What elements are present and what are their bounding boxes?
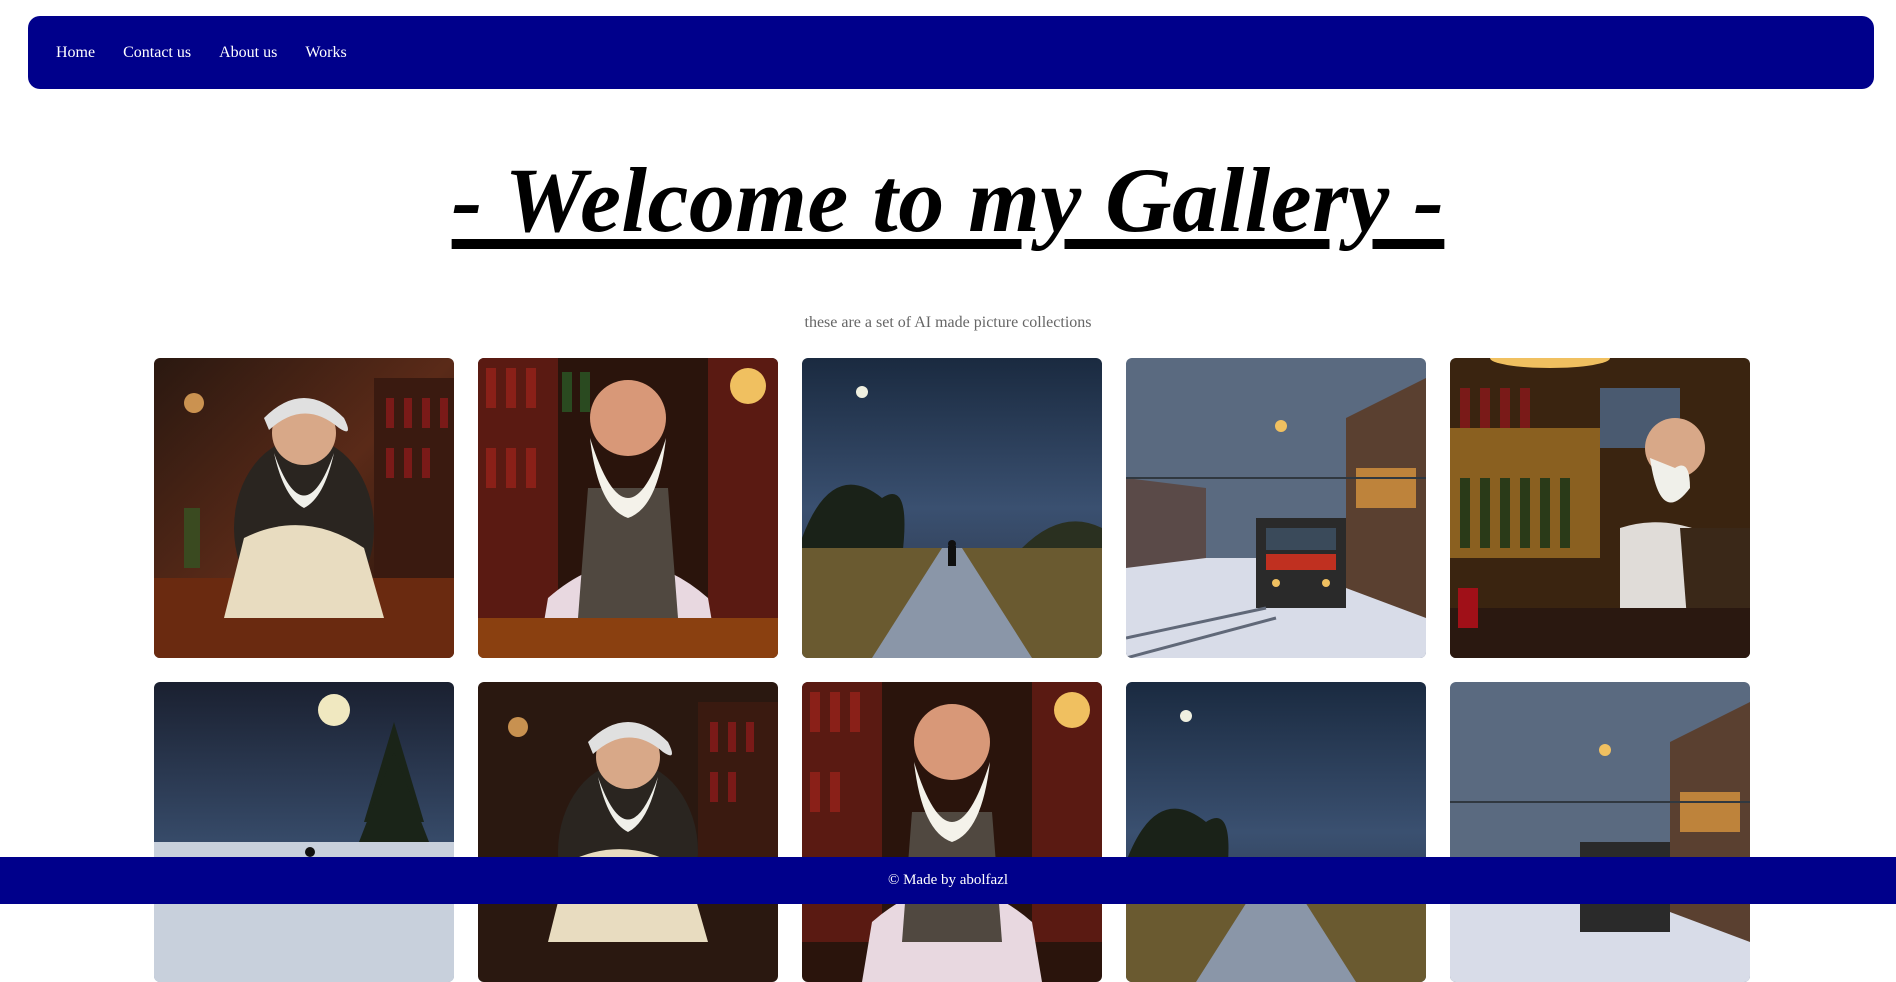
gallery-image-old-bartender-front-2[interactable] [802, 682, 1102, 982]
nav-link-works[interactable]: Works [305, 44, 346, 62]
gallery-image-old-bartender-2[interactable] [478, 682, 778, 982]
gallery-image-night-road-2[interactable] [1126, 682, 1426, 982]
gallery-image-night-road[interactable] [802, 358, 1102, 658]
nav-link-about[interactable]: About us [219, 44, 277, 62]
gallery-image-snowy-train-station-2[interactable] [1450, 682, 1750, 982]
footer-credit: © Made by abolfazl [887, 872, 1009, 888]
gallery-image-moonlit-snow-forest[interactable] [154, 682, 454, 982]
footer: © Made by abolfazl [0, 857, 1896, 904]
gallery-image-old-bartender[interactable] [154, 358, 454, 658]
nav-link-contact[interactable]: Contact us [123, 44, 191, 62]
gallery-image-old-bartender-front[interactable] [478, 358, 778, 658]
page-title: - Welcome to my Gallery - [451, 149, 1445, 251]
gallery-image-old-man-bar-profile[interactable] [1450, 358, 1750, 658]
gallery-image-snowy-train-station[interactable] [1126, 358, 1426, 658]
page-subtitle: these are a set of AI made picture colle… [804, 314, 1092, 331]
nav-link-home[interactable]: Home [56, 44, 95, 62]
top-navbar: Home Contact us About us Works [28, 16, 1874, 89]
